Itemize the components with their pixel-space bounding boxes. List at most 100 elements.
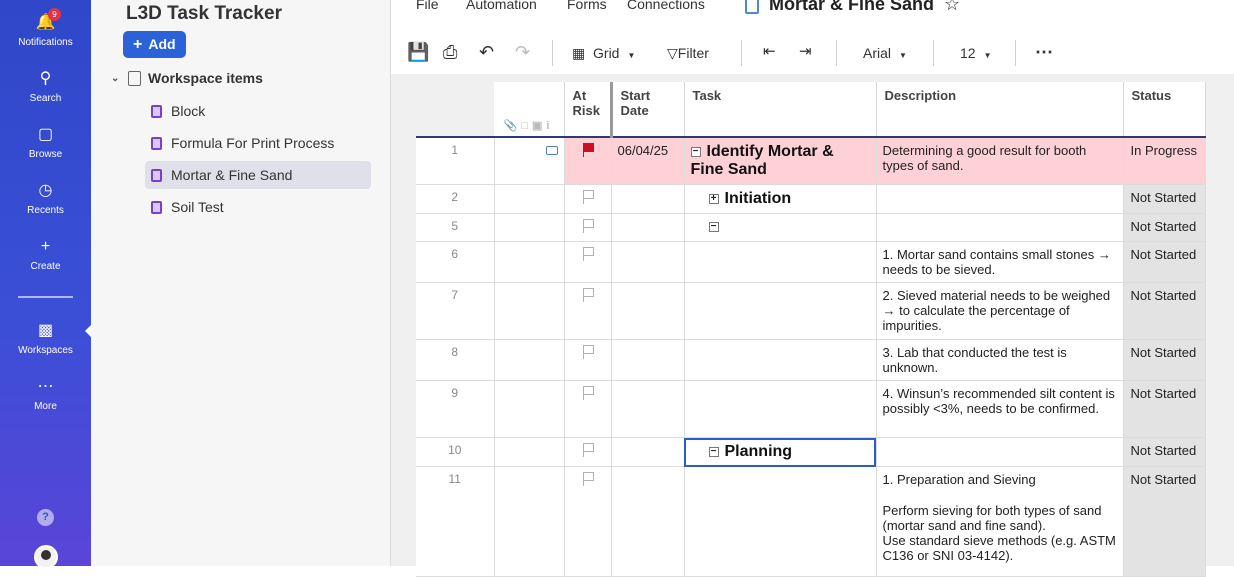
status-cell[interactable]: Not Started [1123, 184, 1206, 214]
task-cell[interactable]: + Initiation [684, 184, 877, 214]
browse-nav[interactable]: ▢ Browse [0, 124, 91, 160]
avatar[interactable] [34, 545, 58, 569]
column-header-description[interactable]: Description [876, 82, 1124, 138]
table-row[interactable]: 9 4. Winsun’s recommended silt content i… [416, 380, 1206, 438]
status-cell[interactable]: Not Started [1123, 213, 1206, 242]
menu-file[interactable]: File [416, 0, 439, 12]
task-cell[interactable] [684, 380, 877, 438]
search-nav[interactable]: ⚲ Search [0, 68, 91, 104]
flag-icon[interactable] [582, 443, 594, 457]
at-risk-cell[interactable] [564, 466, 612, 577]
description-cell[interactable]: 1. Preparation and Sieving Perform sievi… [876, 466, 1124, 577]
help-icon[interactable]: ? [37, 509, 54, 526]
start-date-cell[interactable]: 06/04/25 [611, 137, 685, 185]
menu-forms[interactable]: Forms [567, 0, 607, 12]
at-risk-cell[interactable] [564, 241, 612, 283]
start-date-cell[interactable] [611, 241, 685, 283]
workspace-items-header[interactable]: ⌄ Workspace items [111, 70, 263, 86]
start-date-cell[interactable] [611, 213, 685, 242]
sidebar-item-block[interactable]: Block [145, 97, 371, 125]
at-risk-cell[interactable] [564, 282, 612, 340]
status-cell[interactable]: Not Started [1123, 380, 1206, 438]
description-cell[interactable] [876, 437, 1124, 467]
at-risk-cell[interactable] [564, 184, 612, 214]
status-cell[interactable]: Not Started [1123, 339, 1206, 381]
outdent-icon[interactable]: ⇤ [763, 42, 776, 60]
description-cell[interactable]: Determining a good result for booth type… [876, 137, 1124, 185]
star-icon[interactable]: ☆ [944, 0, 960, 15]
sidebar-item-soil-test[interactable]: Soil Test [145, 193, 371, 221]
print-icon[interactable]: ⎙ [443, 42, 457, 63]
font-size-dropdown[interactable]: 12 ▼ [960, 45, 992, 61]
description-cell[interactable]: 4. Winsun’s recommended silt content is … [876, 380, 1124, 438]
table-row[interactable]: 5 − Not Started [416, 213, 1206, 242]
table-row[interactable]: 8 3. Lab that conducted the test is unkn… [416, 339, 1206, 381]
description-cell[interactable] [876, 184, 1124, 214]
sidebar-item-mortar[interactable]: Mortar & Fine Sand [145, 161, 371, 189]
task-cell-selected[interactable]: − Planning [684, 437, 877, 467]
sidebar-item-formula[interactable]: Formula For Print Process [145, 129, 371, 157]
task-cell[interactable] [684, 241, 877, 283]
task-cell[interactable] [684, 339, 877, 381]
status-cell[interactable]: Not Started [1123, 466, 1206, 577]
flag-icon[interactable] [582, 386, 594, 400]
menu-automation[interactable]: Automation [466, 0, 537, 12]
flag-icon[interactable] [582, 143, 594, 157]
undo-icon[interactable]: ↶ [479, 42, 494, 63]
add-button[interactable]: + Add [123, 31, 186, 58]
at-risk-cell[interactable] [564, 213, 612, 242]
column-header-start-date[interactable]: Start Date [609, 82, 685, 138]
recents-nav[interactable]: ◷ Recents [0, 180, 91, 216]
task-cell[interactable] [684, 282, 877, 340]
flag-icon[interactable] [582, 288, 594, 302]
flag-icon[interactable] [582, 190, 594, 204]
font-family-dropdown[interactable]: Arial ▼ [863, 45, 907, 61]
menu-connections[interactable]: Connections [627, 0, 705, 12]
redo-icon[interactable]: ↷ [515, 42, 530, 63]
status-cell[interactable]: In Progress [1123, 137, 1206, 185]
notifications-nav[interactable]: 🔔 9 Notifications [0, 8, 91, 48]
column-header-task[interactable]: Task [684, 82, 877, 138]
at-risk-cell[interactable] [564, 137, 612, 185]
filter-button[interactable]: ▽Filter [667, 45, 709, 62]
expand-icon[interactable]: + [708, 194, 719, 204]
more-options-icon[interactable]: ⋯ [1035, 42, 1053, 63]
task-cell[interactable]: − Identify Mortar & Fine Sand [684, 137, 877, 185]
start-date-cell[interactable] [611, 466, 685, 577]
at-risk-cell[interactable] [564, 437, 612, 467]
status-cell[interactable]: Not Started [1123, 241, 1206, 283]
more-nav[interactable]: ⋯ More [0, 376, 91, 412]
view-grid-dropdown[interactable]: ▦ Grid ▼ [572, 45, 635, 62]
flag-icon[interactable] [582, 247, 594, 261]
start-date-cell[interactable] [611, 339, 685, 381]
table-row[interactable]: 1 06/04/25 − Identify Mortar & Fine Sand … [416, 137, 1206, 185]
at-risk-cell[interactable] [564, 339, 612, 381]
description-cell[interactable]: 3. Lab that conducted the test is unknow… [876, 339, 1124, 381]
table-row[interactable]: 6 1. Mortar sand contains small stones →… [416, 241, 1206, 283]
start-date-cell[interactable] [611, 437, 685, 467]
workspaces-nav[interactable]: ▩ Workspaces [0, 320, 91, 356]
table-row[interactable]: 7 2. Sieved material needs to be weighed… [416, 282, 1206, 340]
save-icon[interactable]: 💾 [407, 42, 429, 63]
create-nav[interactable]: + Create [0, 236, 91, 272]
at-risk-cell[interactable] [564, 380, 612, 438]
start-date-cell[interactable] [611, 184, 685, 214]
table-row[interactable]: 11 1. Preparation and Sieving Perform si… [416, 466, 1206, 577]
description-cell[interactable]: 2. Sieved material needs to be weighed →… [876, 282, 1124, 340]
indent-icon[interactable]: ⇥ [799, 42, 812, 60]
description-cell[interactable]: 1. Mortar sand contains small stones → n… [876, 241, 1124, 283]
collapse-icon[interactable]: − [690, 147, 701, 157]
collapse-icon[interactable]: − [708, 222, 719, 232]
task-cell[interactable]: − [684, 213, 877, 242]
description-cell[interactable] [876, 213, 1124, 242]
start-date-cell[interactable] [611, 282, 685, 340]
status-cell[interactable]: Not Started [1123, 437, 1206, 467]
status-cell[interactable]: Not Started [1123, 282, 1206, 340]
flag-icon[interactable] [582, 219, 594, 233]
start-date-cell[interactable] [611, 380, 685, 438]
flag-icon[interactable] [582, 345, 594, 359]
table-row[interactable]: 2 + Initiation Not Started [416, 184, 1206, 214]
flag-icon[interactable] [582, 472, 594, 486]
task-cell[interactable] [684, 466, 877, 577]
collapse-icon[interactable]: − [708, 447, 719, 457]
